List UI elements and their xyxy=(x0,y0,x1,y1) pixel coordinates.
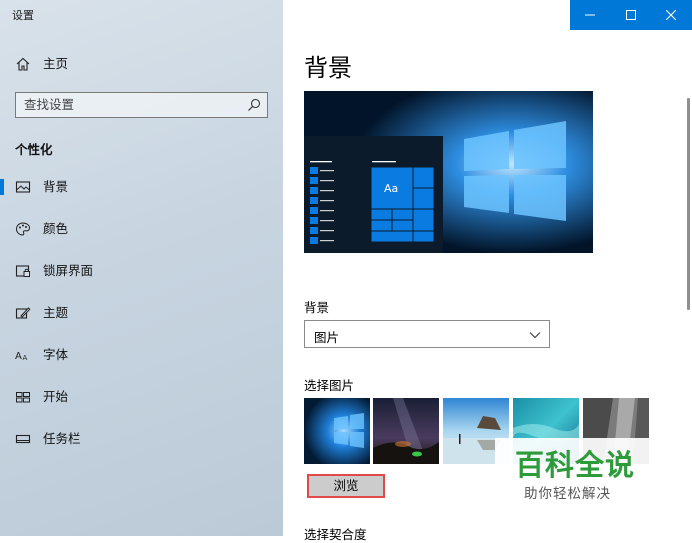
sidebar-item-home[interactable]: 主页 xyxy=(0,47,283,81)
watermark-main-text: 百科全说 xyxy=(515,448,636,482)
thumbnail-night-sky[interactable] xyxy=(373,398,439,464)
home-icon xyxy=(16,57,30,71)
browse-button[interactable]: 浏览 xyxy=(307,474,385,498)
maximize-icon xyxy=(625,10,636,20)
sidebar-item-label: 锁屏界面 xyxy=(43,263,94,278)
dropdown-selected-value: 图片 xyxy=(314,330,340,345)
sidebar-item-taskbar[interactable]: 任务栏 xyxy=(0,422,283,456)
sidebar-item-label: 任务栏 xyxy=(43,431,81,446)
close-icon xyxy=(666,10,677,20)
section-heading: 个性化 xyxy=(15,142,53,157)
lock-screen-icon xyxy=(15,265,30,277)
sidebar-item-colors[interactable]: 颜色 xyxy=(0,212,283,246)
thumbnail-windows-hero[interactable] xyxy=(304,398,370,464)
start-icon xyxy=(16,392,30,403)
picture-icon xyxy=(15,181,31,193)
search-input[interactable] xyxy=(24,97,244,112)
svg-text:A: A xyxy=(23,354,28,362)
settings-sidebar: 设置 主页 个性化 背景 颜色 锁屏界面 xyxy=(0,0,283,536)
watermark: 百科全说 助你轻松解决 xyxy=(495,438,665,506)
palette-icon xyxy=(15,222,31,236)
background-preview: Aa xyxy=(304,91,593,253)
minimize-icon xyxy=(585,14,595,16)
choose-picture-label: 选择图片 xyxy=(304,378,355,393)
theme-icon xyxy=(15,307,31,319)
background-type-dropdown[interactable]: 图片 xyxy=(304,320,550,348)
sidebar-item-fonts[interactable]: A A 字体 xyxy=(0,338,283,372)
taskbar-icon xyxy=(15,434,31,444)
svg-text:A: A xyxy=(15,351,22,362)
window-caption-buttons xyxy=(570,0,692,30)
chevron-down-icon xyxy=(529,332,541,339)
minimize-button[interactable] xyxy=(570,0,611,30)
preview-sample-text: Aa xyxy=(384,182,398,195)
search-box[interactable] xyxy=(15,92,268,118)
sidebar-item-label: 开始 xyxy=(43,389,69,404)
font-icon: A A xyxy=(15,351,28,362)
close-button[interactable] xyxy=(651,0,692,30)
sidebar-item-label: 字体 xyxy=(43,347,69,362)
sidebar-item-lock-screen[interactable]: 锁屏界面 xyxy=(0,254,283,288)
page-title: 背景 xyxy=(304,54,352,82)
scrollbar[interactable] xyxy=(684,30,692,536)
sidebar-item-label: 颜色 xyxy=(43,221,69,236)
background-type-label: 背景 xyxy=(304,300,330,315)
maximize-button[interactable] xyxy=(611,0,652,30)
window-title: 设置 xyxy=(12,9,34,22)
sidebar-item-start[interactable]: 开始 xyxy=(0,380,283,414)
sidebar-item-label: 背景 xyxy=(43,179,69,194)
watermark-sub-text: 助你轻松解决 xyxy=(524,486,611,502)
search-icon[interactable] xyxy=(247,98,261,112)
scrollbar-thumb[interactable] xyxy=(687,98,690,310)
sidebar-item-label: 主题 xyxy=(43,305,69,320)
sidebar-item-background[interactable]: 背景 xyxy=(0,170,283,204)
sidebar-item-label: 主页 xyxy=(43,56,69,71)
sidebar-item-themes[interactable]: 主题 xyxy=(0,296,283,330)
choose-fit-label: 选择契合度 xyxy=(304,527,367,542)
